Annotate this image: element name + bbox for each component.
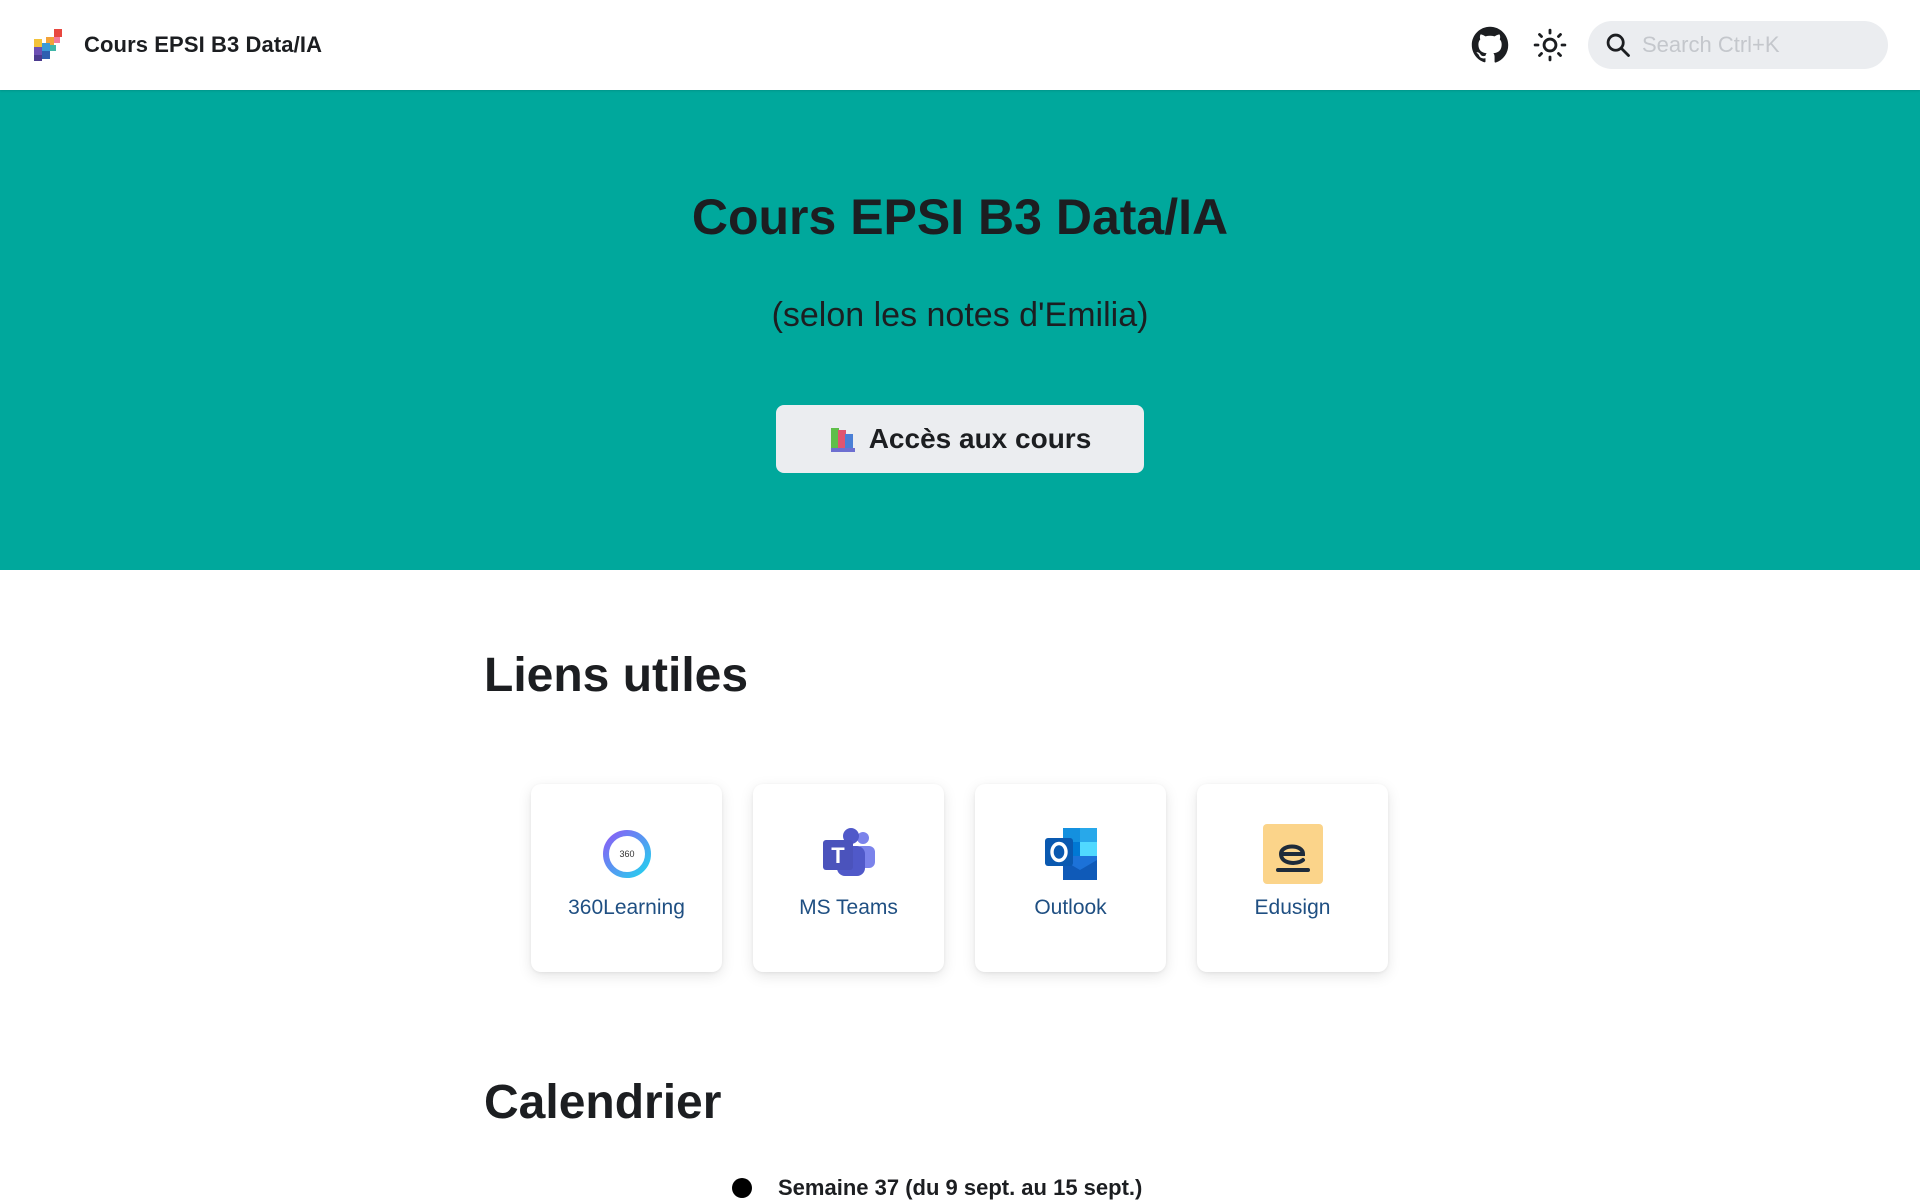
card-360learning[interactable]: 360 360Learning	[531, 784, 722, 972]
list-item[interactable]: Semaine 37 (du 9 sept. au 15 sept.)	[732, 1175, 1142, 1201]
hero-banner: Cours EPSI B3 Data/IA (selon les notes d…	[0, 90, 1920, 570]
bullet-dot	[732, 1178, 752, 1198]
site-title: Cours EPSI B3 Data/IA	[84, 32, 323, 57]
github-link[interactable]	[1468, 23, 1512, 67]
links-cards: 360 360Learning T MS Teams Outlook Edusi…	[531, 784, 1419, 972]
hero-title: Cours EPSI B3 Data/IA	[691, 189, 1229, 245]
card-label: MS Teams	[799, 896, 898, 919]
courses-access-button[interactable]: Accès aux cours	[776, 405, 1144, 473]
books-icon	[830, 428, 855, 452]
outlook-icon	[1044, 828, 1097, 880]
svg-text:360: 360	[619, 849, 634, 859]
navbar: Cours EPSI B3 Data/IA	[0, 0, 1920, 90]
brand-link[interactable]: Cours EPSI B3 Data/IA	[32, 29, 322, 61]
svg-text:T: T	[831, 843, 845, 868]
ms-teams-icon: T	[822, 828, 875, 876]
card-outlook[interactable]: Outlook	[975, 784, 1166, 972]
search-input[interactable]	[1642, 32, 1862, 58]
links-section-title: Liens utiles	[484, 649, 749, 702]
calendar-list: Semaine 37 (du 9 sept. au 15 sept.)	[732, 1175, 1142, 1201]
search-box[interactable]	[1588, 21, 1888, 69]
sun-icon	[1533, 28, 1567, 62]
hero-subtitle: (selon les notes d'Emilia)	[771, 296, 1149, 334]
calendar-section-title: Calendrier	[484, 1076, 722, 1129]
card-edusign[interactable]: Edusign	[1197, 784, 1388, 972]
navbar-right	[1468, 21, 1888, 69]
card-label: 360Learning	[568, 896, 685, 919]
search-icon	[1606, 33, 1630, 57]
theme-toggle[interactable]	[1528, 23, 1572, 67]
calendar-week-label: Semaine 37 (du 9 sept. au 15 sept.)	[778, 1175, 1143, 1200]
card-ms-teams[interactable]: T MS Teams	[753, 784, 944, 972]
github-icon	[1471, 26, 1509, 63]
courses-access-label: Accès aux cours	[868, 423, 1092, 454]
edusign-icon	[1262, 824, 1323, 884]
card-label: Outlook	[1034, 896, 1107, 919]
pixel-mosaic-logo-icon	[34, 29, 62, 61]
360learning-icon: 360	[602, 830, 651, 878]
card-label: Edusign	[1254, 896, 1331, 919]
